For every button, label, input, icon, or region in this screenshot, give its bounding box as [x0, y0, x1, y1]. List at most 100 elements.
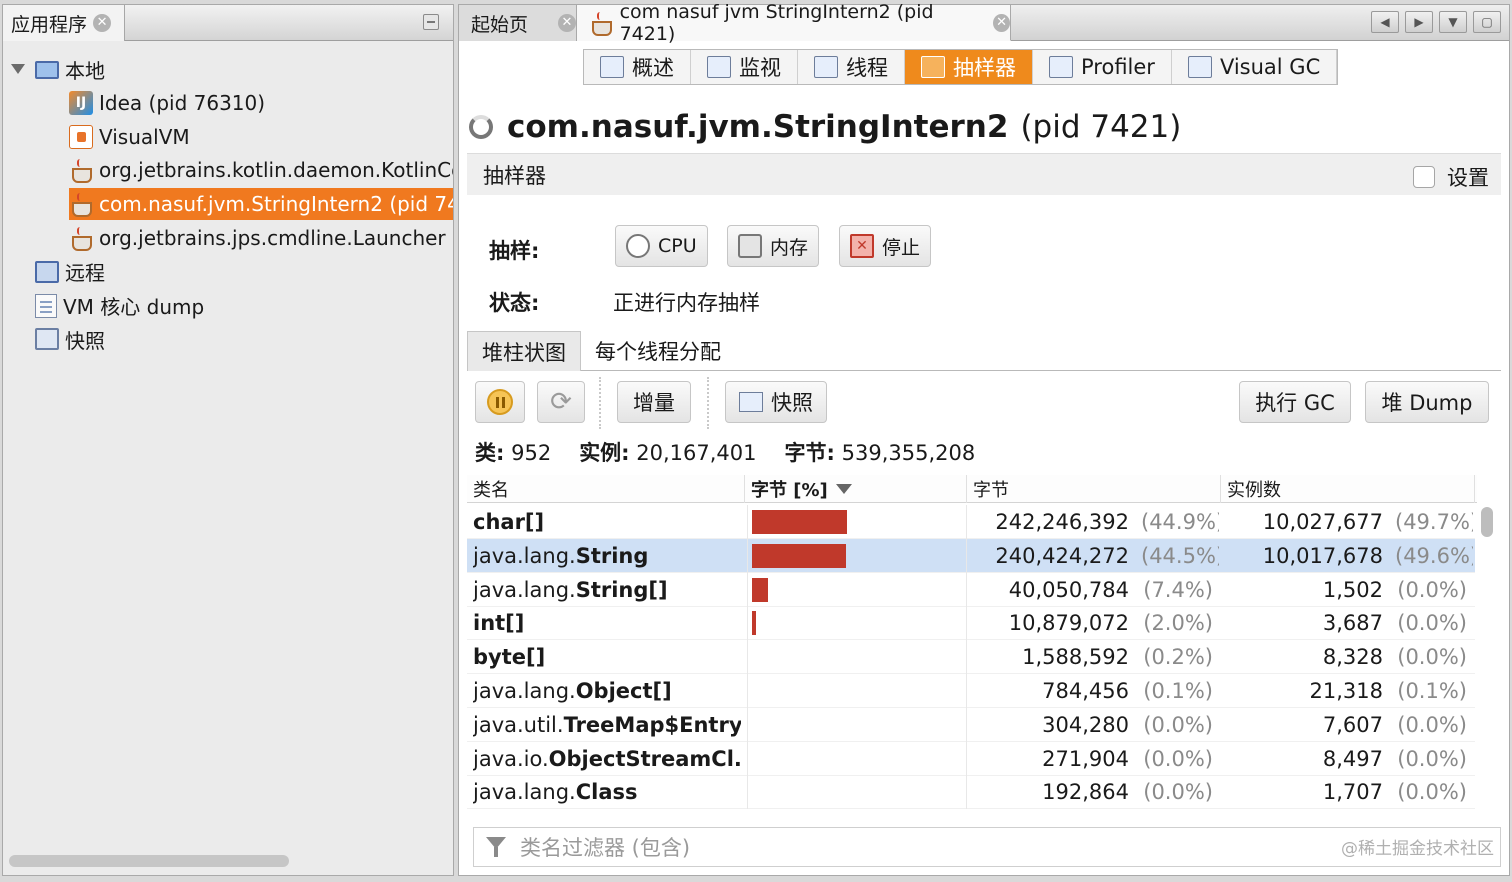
instances-percent: (0.0%) [1397, 645, 1467, 670]
threads-icon [814, 56, 838, 78]
toolbar-separator [707, 377, 709, 429]
instances-value: 8,328 [1322, 645, 1383, 670]
tree-item[interactable]: 本地 [11, 53, 105, 85]
close-icon[interactable]: ✕ [93, 14, 112, 32]
delta-button[interactable]: 增量 [617, 381, 691, 423]
bytes-percent-bar [752, 543, 846, 568]
table-row[interactable]: java.io. ObjectStreamCl... 271,904 (0.0%) 8,… [467, 741, 1475, 776]
tab-monitor[interactable]: 监视 [691, 50, 798, 84]
table-row[interactable]: int[] 10,879,072 (2.0%) 3,687 (0.0%) [467, 606, 1475, 641]
instances-value: 3,687 [1322, 611, 1383, 636]
table-row[interactable]: java.lang. Object[] 784,456 (0.1%) 21,318 (0.… [467, 674, 1475, 708]
tree-item[interactable]: 快照 [35, 323, 105, 355]
bytes-value: 242,246,392 [995, 510, 1129, 534]
java-coffee-icon [589, 11, 612, 36]
class-name-cell: java.lang. Class [473, 775, 741, 809]
table-row[interactable]: char[] 242,246,392 (44.9%) 10,027,677 (49.7%… [467, 505, 1475, 539]
tab-list-icon[interactable]: ▼ [1439, 11, 1467, 33]
sort-descending-icon [835, 484, 852, 494]
bytes-cell: 40,050,784 (7.4%) [969, 573, 1219, 607]
column-bytes-percent[interactable]: 字节 [%] [745, 475, 967, 503]
perform-gc-button[interactable]: 执行 GC [1239, 381, 1351, 423]
instances-percent: (49.7%) [1395, 510, 1473, 534]
table-row[interactable]: java.lang. String 240,424,272 (44.5%) 10,017… [467, 538, 1475, 573]
tree-item-label: 远程 [65, 261, 105, 286]
editor-tabbar: 起始页 ✕ com nasuf jvm StringIntern2 (pid 7… [459, 1, 1509, 45]
app-title-name: com.nasuf.jvm.StringIntern2 [507, 109, 1009, 145]
tree-item[interactable]: VisualVM [69, 121, 190, 153]
class-simple-name: ObjectStreamCl... [548, 746, 741, 771]
bytes-value: 40,050,784 [1008, 577, 1129, 602]
column-class-name[interactable]: 类名 [467, 475, 745, 503]
stop-sample-button[interactable]: ✕ 停止 [839, 225, 932, 267]
pause-button[interactable] [475, 381, 525, 423]
memory-sample-button[interactable]: 内存 [727, 225, 820, 267]
tab-per-thread-allocation[interactable]: 每个线程分配 [581, 331, 735, 371]
profiler-icon [1049, 56, 1073, 78]
bytes-value: 1,588,592 [1022, 645, 1129, 670]
scroll-right-icon[interactable]: ▶ [1405, 11, 1433, 33]
table-row[interactable]: java.lang. String[] 40,050,784 (7.4%) 1,502 (… [467, 572, 1475, 607]
tab-visual-gc[interactable]: Visual GC [1172, 50, 1338, 84]
bytes-value: 271,904 [1042, 746, 1129, 771]
tree-item[interactable]: 远程 [35, 256, 105, 288]
tab-application[interactable]: com nasuf jvm StringIntern2 (pid 7421) ✕ [577, 1, 1011, 45]
tree-item[interactable]: com.nasuf.jvm.StringIntern2 (pid 74 [69, 188, 453, 221]
instances-cell: 10,017,678 (49.6%) [1223, 539, 1473, 573]
instances-value: 21,318 [1309, 679, 1383, 703]
settings-toggle[interactable]: 设置 [1413, 162, 1489, 192]
bytes-cell: 271,904 (0.0%) [969, 742, 1219, 776]
instances-value: 10,027,677 [1262, 510, 1383, 534]
tab-sampler-label: 抽样器 [953, 56, 1016, 80]
pause-icon [487, 389, 513, 415]
tree-item[interactable]: VM 核心 dump [35, 290, 204, 322]
bytes-percent: (44.5%) [1141, 543, 1219, 568]
class-name-cell: java.lang. Object[] [473, 674, 741, 708]
bytes-percent-bar [752, 577, 768, 602]
java-coffee-icon [69, 192, 93, 218]
instances-count: 实例: 20,167,401 [579, 441, 757, 465]
result-view-tabs: 堆柱状图 每个线程分配 [467, 331, 1501, 371]
tab-overview[interactable]: 概述 [584, 50, 691, 84]
table-row[interactable]: byte[] 1,588,592 (0.2%) 8,328 (0.0%) [467, 640, 1475, 675]
column-bytes[interactable]: 字节 [967, 475, 1221, 503]
heap-dump-button[interactable]: 堆 Dump [1365, 381, 1489, 423]
tree-item[interactable]: org.jetbrains.kotlin.daemon.KotlinCo [69, 154, 453, 186]
bytes-percent-bar [752, 611, 756, 636]
tab-profiler[interactable]: Profiler [1033, 50, 1172, 84]
refresh-button[interactable]: ⟳ [537, 381, 585, 423]
table-row[interactable]: java.util. TreeMap$Entry 304,280 (0.0%) 7,60… [467, 707, 1475, 742]
tree-item[interactable]: IJ Idea (pid 76310) [69, 87, 265, 119]
tab-heap-histogram[interactable]: 堆柱状图 [467, 331, 581, 371]
histogram-toolbar: ⟳ 增量 快照 执行 GC 堆 Dump [467, 377, 1501, 429]
vertical-scrollbar[interactable] [1481, 507, 1493, 537]
class-package: java.lang. [473, 679, 576, 703]
tree-item[interactable]: org.jetbrains.jps.cmdline.Launcher ( [69, 222, 453, 254]
tab-start-page[interactable]: 起始页 ✕ [459, 5, 577, 41]
snapshot-button-label: 快照 [771, 391, 813, 415]
tab-applications[interactable]: 应用程序 ✕ [3, 5, 125, 41]
tab-sampler[interactable]: 抽样器 [905, 50, 1033, 84]
expand-arrow-icon[interactable] [11, 64, 25, 74]
bytes-percent: (0.0%) [1143, 712, 1213, 737]
instances-value: 7,607 [1322, 712, 1383, 737]
visualvm-icon [69, 124, 93, 149]
minimize-panel-icon[interactable] [423, 14, 439, 30]
maximize-icon[interactable]: ▢ [1473, 11, 1501, 33]
cpu-clock-icon [626, 234, 650, 258]
tab-overview-label: 概述 [632, 56, 674, 80]
settings-checkbox[interactable] [1413, 166, 1435, 188]
horizontal-scrollbar[interactable] [9, 855, 289, 867]
close-icon[interactable]: ✕ [993, 13, 1011, 32]
close-icon[interactable]: ✕ [558, 14, 576, 32]
scroll-left-icon[interactable]: ◀ [1371, 11, 1399, 33]
table-row[interactable]: java.lang. Class 192,864 (0.0%) 1,707 (0.0%) [467, 775, 1475, 810]
class-simple-name: Class [575, 780, 638, 805]
snapshot-button[interactable]: 快照 [725, 381, 827, 423]
tab-threads[interactable]: 线程 [798, 50, 905, 84]
heap-histogram-table: 类名 字节 [%] 字节 实例数 char[] 242,246,392 (44.9%… [467, 475, 1501, 825]
instances-percent: (0.0%) [1397, 712, 1467, 737]
applications-panel: 应用程序 ✕ 本地 IJ Idea (pid 76310) VisualVM org.j… [2, 4, 454, 876]
cpu-sample-button[interactable]: CPU [615, 225, 708, 267]
column-instances[interactable]: 实例数 [1221, 475, 1475, 503]
